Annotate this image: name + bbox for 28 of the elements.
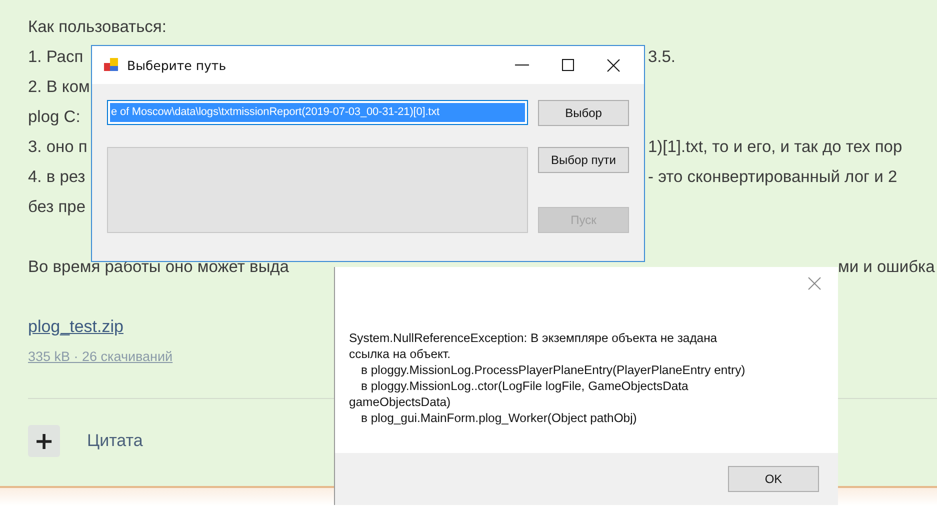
maximize-icon[interactable] bbox=[562, 59, 574, 71]
error-message: в plog_gui.MainForm.plog_Worker(Object pathObj) bbox=[360, 410, 638, 426]
paragraph-text: ми и ошибка bbox=[838, 257, 935, 278]
paragraph-text: Во время работы оно может выда bbox=[28, 258, 289, 276]
quote-link[interactable]: Цитата bbox=[87, 431, 143, 451]
paragraph-text: 4. в рез bbox=[28, 168, 86, 186]
choose-path-button[interactable]: Выбор пути bbox=[538, 147, 629, 173]
path-field[interactable]: e of Moscow\data\logs\txtmissionReport(2019-07-03_00-31-21)[0].txt bbox=[107, 100, 528, 125]
error-message: System.NullReferenceException: В экземпляре объекта не задана ссылка на объект. bbox=[349, 330, 718, 362]
app-icon bbox=[103, 57, 119, 73]
attachment-link[interactable]: plog_test.zip bbox=[28, 317, 124, 336]
error-message: в ploggy.MissionLog..ctor(LogFile logFile, GameObjectsData gameObjectsData) bbox=[349, 378, 690, 410]
close-icon[interactable] bbox=[607, 58, 620, 72]
paragraph-text: без пре bbox=[28, 198, 86, 216]
window-title: Выберите путь bbox=[127, 58, 228, 72]
paragraph-text: - это сконвертированный лог и 2 bbox=[648, 167, 898, 188]
paragraph-text: 3.5. bbox=[648, 47, 676, 68]
ok-button[interactable]: OK bbox=[728, 466, 819, 492]
paragraph-text: 1)[1].txt, то и его, и так до тех пор bbox=[648, 137, 902, 158]
paragraph-text: plog C: bbox=[28, 108, 80, 126]
paragraph-text: 2. В ком bbox=[28, 78, 90, 96]
error-message: в ploggy.MissionLog.ProcessPlayerPlaneEntry(PlayerPlaneEntry entry) bbox=[360, 362, 746, 378]
paragraph-text: 3. оно п bbox=[28, 138, 88, 156]
choose-button[interactable]: Выбор bbox=[538, 100, 629, 126]
expand-button[interactable]: + bbox=[28, 425, 60, 457]
minimize-icon[interactable] bbox=[515, 64, 529, 66]
heading-text: Как пользоваться: bbox=[28, 17, 168, 38]
paragraph-text: 1. Расп bbox=[28, 48, 84, 66]
